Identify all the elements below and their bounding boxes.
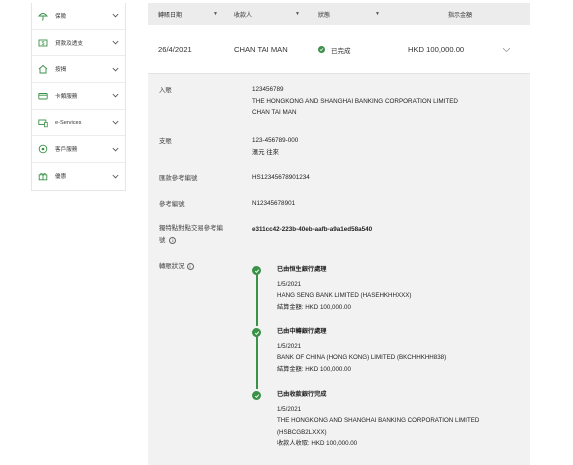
sort-down-icon: ▼ — [213, 11, 218, 17]
payee-label: 入賬 — [159, 87, 172, 94]
chevron-down-icon — [112, 66, 119, 73]
gift-icon — [38, 171, 48, 181]
column-header-status[interactable]: 狀態 ▼ — [306, 10, 386, 19]
check-circle-icon — [252, 266, 261, 275]
timeline-connector — [255, 273, 258, 326]
table-header: 轉賬日期 ▼ 收款人 ▼ 狀態 ▼ 指示金額 — [148, 3, 530, 25]
sidebar-menu: 保險 $ 貸款及透支 按揭 卡類服務 e-Services 客戶服務 優惠 — [31, 3, 126, 191]
chevron-down-icon — [112, 92, 119, 99]
sort-down-icon: ▼ — [375, 11, 380, 17]
timeline-connector — [255, 336, 258, 389]
sidebar-item-label: e-Services — [55, 119, 82, 126]
check-circle-icon — [318, 46, 325, 53]
e2e-ref-value: e311cc42-223b-40eb-aafb-a9a1ed58a540 — [252, 226, 373, 233]
transfer-records-panel: 轉賬日期 ▼ 收款人 ▼ 狀態 ▼ 指示金額 26/4/2021 CHAN TA… — [148, 0, 532, 465]
chevron-down-icon — [112, 39, 119, 46]
chevron-down-icon — [112, 173, 119, 180]
sidebar-item-offers[interactable]: 優惠 — [32, 163, 125, 190]
info-icon[interactable]: i — [169, 236, 177, 244]
column-header-date[interactable]: 轉賬日期 ▼ — [148, 10, 224, 19]
e2e-ref-label: 獨特點對點交易參考編 號i — [159, 225, 223, 244]
money-icon: $ — [38, 38, 48, 48]
sidebar-item-label: 客戶服務 — [55, 147, 78, 154]
chevron-down-icon — [112, 12, 119, 19]
house-icon — [38, 64, 48, 74]
column-header-payee[interactable]: 收款人 ▼ — [224, 10, 306, 19]
sidebar-item-mortgage[interactable]: 按揭 — [32, 56, 125, 84]
sidebar-item-e-services[interactable]: e-Services — [32, 110, 125, 137]
payer-account: 123-456789-000 — [252, 137, 299, 144]
row-date: 26/4/2021 — [158, 45, 192, 54]
sidebar-item-card-services[interactable]: 卡類服務 — [32, 83, 125, 110]
umbrella-icon — [38, 11, 48, 21]
sidebar-item-label: 保險 — [55, 13, 67, 20]
reference-label: 參考編號 — [159, 201, 185, 208]
payee-name: CHAN TAI MAN — [252, 109, 297, 116]
timeline-step: 已由收款銀行完成 1/5/2021 THE HONGKONG AND SHANG… — [277, 391, 480, 447]
remittance-ref-value: HS12345678901234 — [252, 174, 310, 181]
transfer-status-label: 轉賬狀況 i — [159, 262, 194, 271]
info-icon[interactable]: i — [186, 262, 194, 270]
status-timeline: 已由恒生銀行處理 1/5/2021 HANG SENG BANK LIMITED… — [252, 264, 522, 464]
sidebar-item-label: 卡類服務 — [55, 93, 78, 100]
payee-info: 123456789 THE HONGKONG AND SHANGHAI BANK… — [252, 84, 458, 119]
check-circle-icon — [252, 391, 261, 400]
column-header-amount: 指示金額 — [447, 12, 472, 19]
devices-icon — [38, 118, 48, 128]
timeline-step: 已由中轉銀行處理 1/5/2021 BANK OF CHINA (HONG KO… — [277, 328, 447, 373]
sidebar-item-loans[interactable]: $ 貸款及透支 — [32, 30, 125, 57]
chevron-up-icon[interactable] — [502, 46, 511, 55]
payer-name: 滙元 往來 — [252, 148, 279, 156]
customer-service-icon — [38, 144, 48, 154]
svg-text:$: $ — [42, 41, 45, 47]
sidebar-item-label: 優惠 — [55, 174, 67, 181]
payee-account: 123456789 — [252, 86, 284, 93]
row-amount: HKD 100,000.00 — [408, 45, 465, 54]
sidebar-item-insurance[interactable]: 保險 — [32, 3, 125, 30]
sidebar-item-customer-service[interactable]: 客戶服務 — [32, 136, 125, 164]
chevron-down-icon — [112, 146, 119, 153]
timeline-step: 已由恒生銀行處理 1/5/2021 HANG SENG BANK LIMITED… — [277, 266, 412, 311]
payer-info: 123-456789-000 滙元 往來 — [252, 135, 298, 158]
status-badge: 已完成 — [318, 45, 351, 55]
card-icon — [38, 91, 48, 101]
sort-down-icon: ▼ — [295, 11, 300, 17]
chevron-down-icon — [112, 119, 119, 126]
table-row[interactable]: 26/4/2021 CHAN TAI MAN 已完成 HKD 100,000.0… — [148, 26, 530, 73]
payer-label: 支賬 — [159, 138, 172, 145]
row-payee: CHAN TAI MAN — [234, 45, 288, 54]
sidebar-item-label: 按揭 — [55, 67, 67, 74]
remittance-ref-label: 匯款參考編號 — [159, 175, 198, 182]
reference-value: N12345678901 — [252, 200, 296, 207]
sidebar-item-label: 貸款及透支 — [55, 40, 83, 47]
transfer-detail-panel: 入賬 123456789 THE HONGKONG AND SHANGHAI B… — [148, 73, 530, 465]
payee-bank: THE HONGKONG AND SHANGHAI BANKING CORPOR… — [252, 97, 458, 105]
check-circle-icon — [252, 328, 261, 337]
